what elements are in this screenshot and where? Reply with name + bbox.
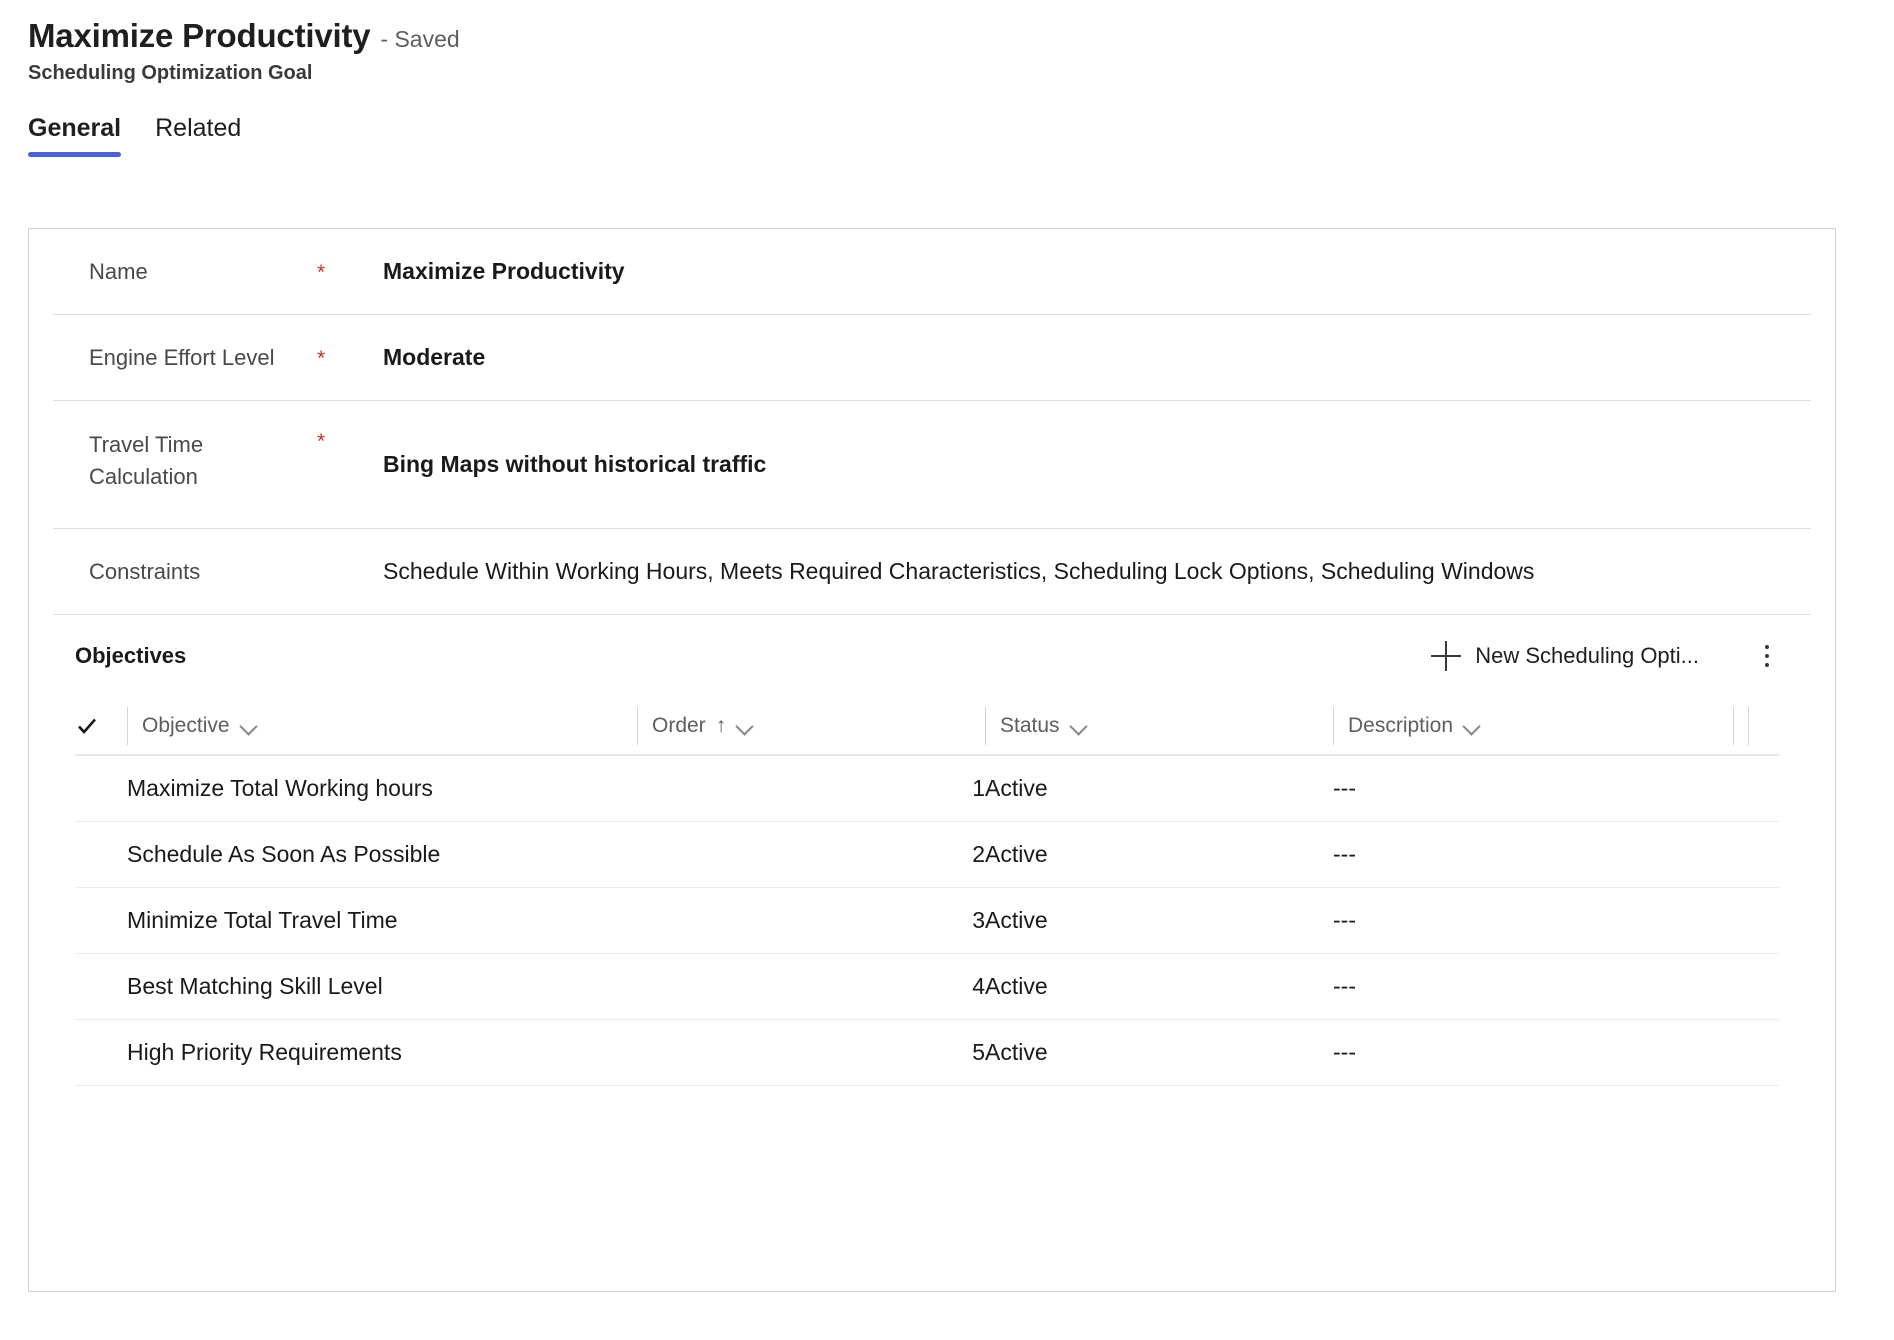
column-divider bbox=[1748, 706, 1749, 745]
record-type-subtitle: Scheduling Optimization Goal bbox=[28, 62, 313, 85]
required-indicator-constraints: * bbox=[317, 560, 383, 583]
cell-objective[interactable]: Schedule As Soon As Possible bbox=[127, 821, 637, 888]
select-all-header[interactable] bbox=[75, 697, 127, 756]
cell-order: 4 bbox=[637, 953, 985, 1020]
field-value-engine-effort-level[interactable]: Moderate bbox=[383, 344, 1811, 371]
field-label-constraints: Constraints bbox=[89, 558, 201, 584]
sort-ascending-icon: ↑ bbox=[715, 714, 727, 737]
grid-body: Maximize Total Working hours 1 Active --… bbox=[75, 755, 1779, 1086]
field-row-travel-time-calculation: Travel Time Calculation * Bing Maps with… bbox=[53, 401, 1811, 529]
objectives-section-title: Objectives bbox=[75, 643, 187, 668]
save-status-label: - Saved bbox=[380, 26, 460, 52]
field-row-engine-effort-level: Engine Effort Level * Moderate bbox=[53, 315, 1811, 401]
field-value-travel-time-calculation[interactable]: Bing Maps without historical traffic bbox=[383, 429, 1811, 478]
overflow-dot bbox=[1765, 663, 1769, 667]
chevron-down-icon[interactable] bbox=[736, 720, 754, 731]
overflow-dot bbox=[1765, 645, 1769, 649]
cell-order: 5 bbox=[637, 1019, 985, 1086]
more-commands-icon[interactable] bbox=[1745, 636, 1789, 676]
chevron-down-icon[interactable] bbox=[1463, 720, 1481, 731]
cell-end-spacer bbox=[1733, 1019, 1779, 1086]
column-header-status[interactable]: Status bbox=[985, 697, 1333, 756]
column-header-order-label: Order bbox=[652, 713, 706, 737]
table-row[interactable]: High Priority Requirements 5 Active --- bbox=[75, 1019, 1779, 1086]
table-row[interactable]: Maximize Total Working hours 1 Active --… bbox=[75, 755, 1779, 822]
cell-end-spacer bbox=[1733, 887, 1779, 954]
checkmark-icon bbox=[75, 714, 99, 738]
cell-description: --- bbox=[1333, 953, 1733, 1020]
field-label-travel-time-calculation: Travel Time Calculation bbox=[89, 432, 204, 489]
column-header-status-label: Status bbox=[1000, 713, 1060, 737]
page-header: Maximize Productivity - Saved Scheduling… bbox=[0, 0, 1894, 85]
table-row[interactable]: Schedule As Soon As Possible 2 Active --… bbox=[75, 821, 1779, 888]
cell-description: --- bbox=[1333, 887, 1733, 954]
objectives-grid: Objective Order ↑ Status Description Max… bbox=[75, 697, 1779, 1086]
required-indicator-name: * bbox=[317, 261, 326, 284]
new-scheduling-optimization-button[interactable]: New Scheduling Opti... bbox=[1421, 635, 1709, 677]
column-header-description[interactable]: Description bbox=[1333, 697, 1733, 756]
field-label-engine-effort-level: Engine Effort Level bbox=[89, 344, 275, 370]
cell-status: Active bbox=[985, 1019, 1333, 1086]
row-select-cell[interactable] bbox=[75, 821, 127, 888]
required-indicator-engine-effort-level: * bbox=[317, 347, 326, 370]
table-row[interactable]: Best Matching Skill Level 4 Active --- bbox=[75, 953, 1779, 1020]
column-header-description-label: Description bbox=[1348, 713, 1454, 737]
field-list: Name * Maximize Productivity Engine Effo… bbox=[29, 229, 1835, 615]
tab-related[interactable]: Related bbox=[155, 115, 241, 157]
plus-icon bbox=[1431, 641, 1462, 671]
column-header-order[interactable]: Order ↑ bbox=[637, 697, 985, 756]
field-value-name[interactable]: Maximize Productivity bbox=[383, 258, 1811, 285]
cell-status: Active bbox=[985, 953, 1333, 1020]
page-title: Maximize Productivity bbox=[28, 17, 371, 54]
row-select-cell[interactable] bbox=[75, 1019, 127, 1086]
field-label-name: Name bbox=[89, 258, 148, 284]
objectives-grid-wrap: Objective Order ↑ Status Description Max… bbox=[29, 697, 1835, 1086]
field-value-constraints[interactable]: Schedule Within Working Hours, Meets Req… bbox=[383, 558, 1811, 585]
cell-objective[interactable]: Maximize Total Working hours bbox=[127, 755, 637, 822]
objectives-toolbar: New Scheduling Opti... bbox=[1421, 635, 1811, 677]
cell-status: Active bbox=[985, 887, 1333, 954]
chevron-down-icon[interactable] bbox=[240, 720, 258, 731]
table-row[interactable]: Minimize Total Travel Time 3 Active --- bbox=[75, 887, 1779, 954]
form-card: Name * Maximize Productivity Engine Effo… bbox=[28, 228, 1836, 1292]
cell-description: --- bbox=[1333, 1019, 1733, 1086]
cell-objective[interactable]: Best Matching Skill Level bbox=[127, 953, 637, 1020]
cell-order: 2 bbox=[637, 821, 985, 888]
row-select-cell[interactable] bbox=[75, 887, 127, 954]
row-select-cell[interactable] bbox=[75, 755, 127, 822]
cell-order: 1 bbox=[637, 755, 985, 822]
overflow-dot bbox=[1765, 654, 1769, 658]
column-header-objective[interactable]: Objective bbox=[127, 697, 637, 756]
row-select-cell[interactable] bbox=[75, 953, 127, 1020]
cell-order: 3 bbox=[637, 887, 985, 954]
cell-objective[interactable]: High Priority Requirements bbox=[127, 1019, 637, 1086]
required-indicator-travel-time-calculation: * bbox=[317, 430, 326, 453]
cell-end-spacer bbox=[1733, 953, 1779, 1020]
tabstrip: General Related bbox=[0, 115, 1894, 157]
cell-end-spacer bbox=[1733, 755, 1779, 822]
grid-header-row: Objective Order ↑ Status Description bbox=[75, 697, 1779, 756]
objectives-section-header: Objectives New Scheduling Opti... bbox=[29, 615, 1835, 697]
new-scheduling-optimization-label: New Scheduling Opti... bbox=[1475, 643, 1699, 668]
chevron-down-icon[interactable] bbox=[1070, 720, 1088, 731]
title-line: Maximize Productivity - Saved bbox=[28, 17, 1894, 54]
cell-objective[interactable]: Minimize Total Travel Time bbox=[127, 887, 637, 954]
field-row-name: Name * Maximize Productivity bbox=[53, 229, 1811, 315]
cell-end-spacer bbox=[1733, 821, 1779, 888]
column-header-objective-label: Objective bbox=[142, 713, 230, 737]
cell-status: Active bbox=[985, 821, 1333, 888]
column-header-end-spacer bbox=[1733, 697, 1779, 756]
field-row-constraints: Constraints * Schedule Within Working Ho… bbox=[53, 529, 1811, 615]
cell-description: --- bbox=[1333, 755, 1733, 822]
tab-general[interactable]: General bbox=[28, 115, 122, 157]
cell-description: --- bbox=[1333, 821, 1733, 888]
cell-status: Active bbox=[985, 755, 1333, 822]
